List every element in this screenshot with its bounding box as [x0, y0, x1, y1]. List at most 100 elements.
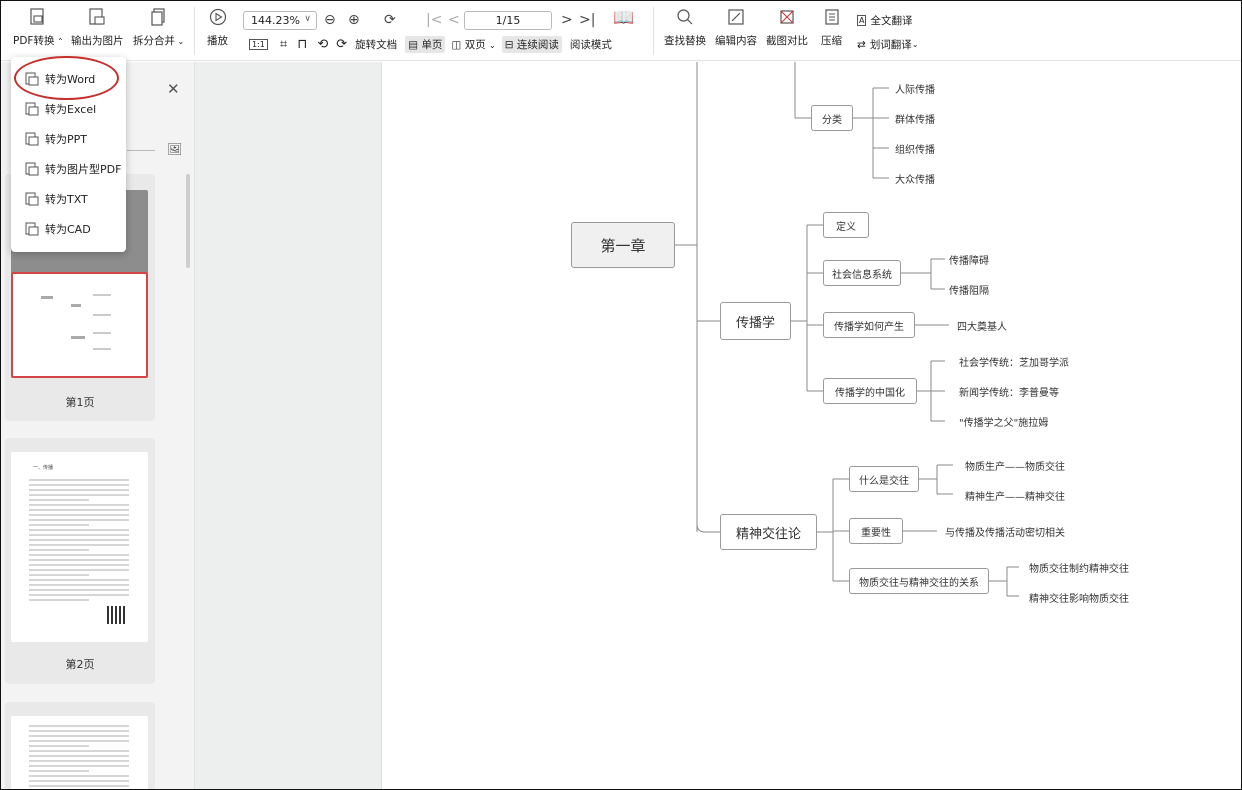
mindmap-leaf[interactable]: 物质生产——物质交往: [965, 458, 1065, 473]
rotate-right-icon[interactable]: ⟳: [336, 37, 347, 52]
chevron-down-icon: ∨: [304, 14, 311, 24]
excel-file-icon: [25, 102, 39, 116]
rotate-doc-label[interactable]: 旋转文档: [355, 37, 397, 52]
mindmap-leaf[interactable]: 精神生产——精神交往: [965, 488, 1065, 503]
preview-node: [93, 294, 111, 296]
menu-label: 转为TXT: [45, 193, 88, 206]
edit-content-button[interactable]: 编辑内容: [715, 7, 757, 48]
mindmap-node-zhongyao[interactable]: 重要性: [849, 518, 903, 544]
export-image-icon: [87, 7, 107, 27]
compress-button[interactable]: 压缩: [821, 7, 842, 48]
mindmap-node-jiaowang[interactable]: 什么是交往: [849, 466, 919, 492]
preview-node: [93, 348, 111, 350]
mindmap-leaf[interactable]: 物质交往制约精神交往: [1029, 560, 1129, 575]
full-translate-button[interactable]: A 全文翻译: [857, 13, 912, 28]
single-page-button[interactable]: ▤ 单页: [405, 36, 446, 53]
continuous-read-label: 连续阅读: [516, 39, 559, 51]
split-merge-button[interactable]: 拆分合并 ⌄: [133, 7, 184, 48]
export-image-button[interactable]: 输出为图片: [71, 7, 124, 48]
mindmap-node-zhongguo[interactable]: 传播学的中国化: [823, 378, 917, 404]
toolbar-divider: [194, 7, 195, 55]
menu-label: 转为Excel: [45, 103, 97, 116]
edit-content-icon: [726, 7, 746, 27]
last-page-icon[interactable]: >|: [579, 12, 595, 28]
zoom-select[interactable]: 144.23% ∨: [243, 11, 317, 30]
mindmap-node-dingyi[interactable]: 定义: [823, 212, 869, 238]
preview-node: [93, 314, 111, 316]
continuous-read-icon: ⊟: [504, 39, 514, 51]
rotate-doc-icon[interactable]: ⟳: [384, 12, 396, 28]
mindmap-leaf[interactable]: 精神交往影响物质交往: [1029, 590, 1129, 605]
document-gutter: [195, 62, 382, 789]
mindmap-node-ruhe[interactable]: 传播学如何产生: [823, 312, 915, 338]
qr-code-icon: [107, 606, 125, 624]
mindmap-connectors: [675, 62, 1019, 597]
page-indicator: 1/15: [495, 14, 521, 27]
mindmap-node-fenlei[interactable]: 分类: [811, 105, 853, 131]
page-3-thumbnail[interactable]: [5, 702, 155, 789]
read-mode-label[interactable]: 阅读模式: [570, 37, 612, 52]
panel-divider: [127, 150, 155, 151]
close-icon[interactable]: ✕: [167, 80, 180, 98]
word-translate-icon: ⇄: [857, 38, 866, 51]
mindmap-root[interactable]: 第一章: [571, 222, 675, 268]
rotate-left-icon[interactable]: ⟲: [317, 37, 328, 52]
view-controls-row: 1:1 ⌗ ⊓ ⟲ ⟳ 旋转文档 ▤ 单页 ◫ 双页 ⌄ ⊟ 连续阅读 阅读模式: [249, 36, 612, 53]
menu-item-to-txt[interactable]: 转为TXT: [11, 185, 126, 213]
mindmap-leaf[interactable]: 大众传播: [895, 171, 935, 186]
preview-node: [41, 296, 53, 299]
menu-item-to-cad[interactable]: 转为CAD: [11, 215, 126, 243]
txt-file-icon: [25, 192, 39, 206]
image-icon[interactable]: 🖼: [167, 142, 182, 156]
mindmap-leaf[interactable]: 人际传播: [895, 81, 935, 96]
zoom-in-icon[interactable]: ⊕: [348, 12, 360, 28]
actual-size-icon[interactable]: 1:1: [249, 39, 268, 50]
mindmap-leaf[interactable]: 四大奠基人: [957, 318, 1007, 333]
mindmap-leaf[interactable]: 传播障碍: [949, 252, 989, 267]
mindmap-leaf[interactable]: 群体传播: [895, 111, 935, 126]
fit-page-icon[interactable]: ⌗: [280, 37, 287, 52]
double-page-label: 双页: [464, 39, 486, 51]
continuous-read-button[interactable]: ⊟ 连续阅读: [501, 36, 562, 53]
page-2-thumbnail[interactable]: 一、传播 第2页: [5, 438, 155, 684]
menu-item-to-ppt[interactable]: 转为PPT: [11, 125, 126, 153]
double-page-button[interactable]: ◫ 双页 ⌄: [451, 37, 495, 52]
search-icon: [675, 7, 695, 27]
page-1-label: 第1页: [65, 396, 95, 409]
zoom-out-icon[interactable]: ⊖: [324, 12, 336, 28]
pdf-convert-button[interactable]: PDF转换 ⌃: [13, 7, 64, 48]
mindmap-node-guanxi[interactable]: 物质交往与精神交往的关系: [849, 568, 989, 594]
mindmap-node-shehui[interactable]: 社会信息系统: [823, 260, 901, 286]
page-3-preview: [11, 716, 148, 789]
pdf-convert-label: PDF转换: [13, 35, 55, 47]
annotation-circle: [14, 56, 119, 100]
word-translate-label: 划词翻译: [869, 39, 912, 51]
mindmap-leaf[interactable]: 新闻学传统：李普曼等: [959, 384, 1059, 399]
next-page-icon[interactable]: >: [561, 12, 573, 28]
compress-label: 压缩: [821, 35, 842, 47]
ppt-file-icon: [25, 132, 39, 146]
play-button[interactable]: 播放: [207, 7, 228, 48]
screenshot-compare-label: 截图对比: [766, 35, 808, 47]
page-number-input[interactable]: 1/15: [464, 11, 552, 30]
thumbnail-scrollbar[interactable]: [186, 174, 190, 268]
mindmap-leaf[interactable]: 组织传播: [895, 141, 935, 156]
screenshot-compare-button[interactable]: 截图对比: [766, 7, 808, 48]
full-translate-label: 全文翻译: [870, 15, 913, 27]
mindmap-leaf[interactable]: 与传播及传播活动密切相关: [945, 524, 1065, 539]
mindmap-node-jingshen[interactable]: 精神交往论: [720, 514, 817, 550]
mindmap-leaf[interactable]: "传播学之父"施拉姆: [959, 414, 1048, 429]
export-image-label: 输出为图片: [71, 35, 124, 47]
mindmap-leaf[interactable]: 社会学传统：芝加哥学派: [959, 354, 1069, 369]
prev-page-icon[interactable]: <: [448, 12, 460, 28]
split-merge-label: 拆分合并: [133, 35, 175, 47]
menu-item-to-image-pdf[interactable]: 转为图片型PDF: [11, 155, 126, 183]
mindmap-node-chuanboxue[interactable]: 传播学: [720, 302, 791, 340]
app-window: PDF转换 ⌃ 输出为图片 拆分合并 ⌄ 播放 144.23% ∨ ⊖ ⊕ ⟳ …: [0, 0, 1242, 790]
read-mode-icon[interactable]: 📖: [613, 10, 634, 27]
first-page-icon[interactable]: |<: [426, 12, 442, 28]
mindmap-leaf[interactable]: 传播阻隔: [949, 282, 989, 297]
find-replace-button[interactable]: 查找替换: [664, 7, 706, 48]
word-translate-button[interactable]: ⇄ 划词翻译 ⌄: [857, 37, 919, 52]
fit-width-icon[interactable]: ⊓: [297, 37, 307, 52]
